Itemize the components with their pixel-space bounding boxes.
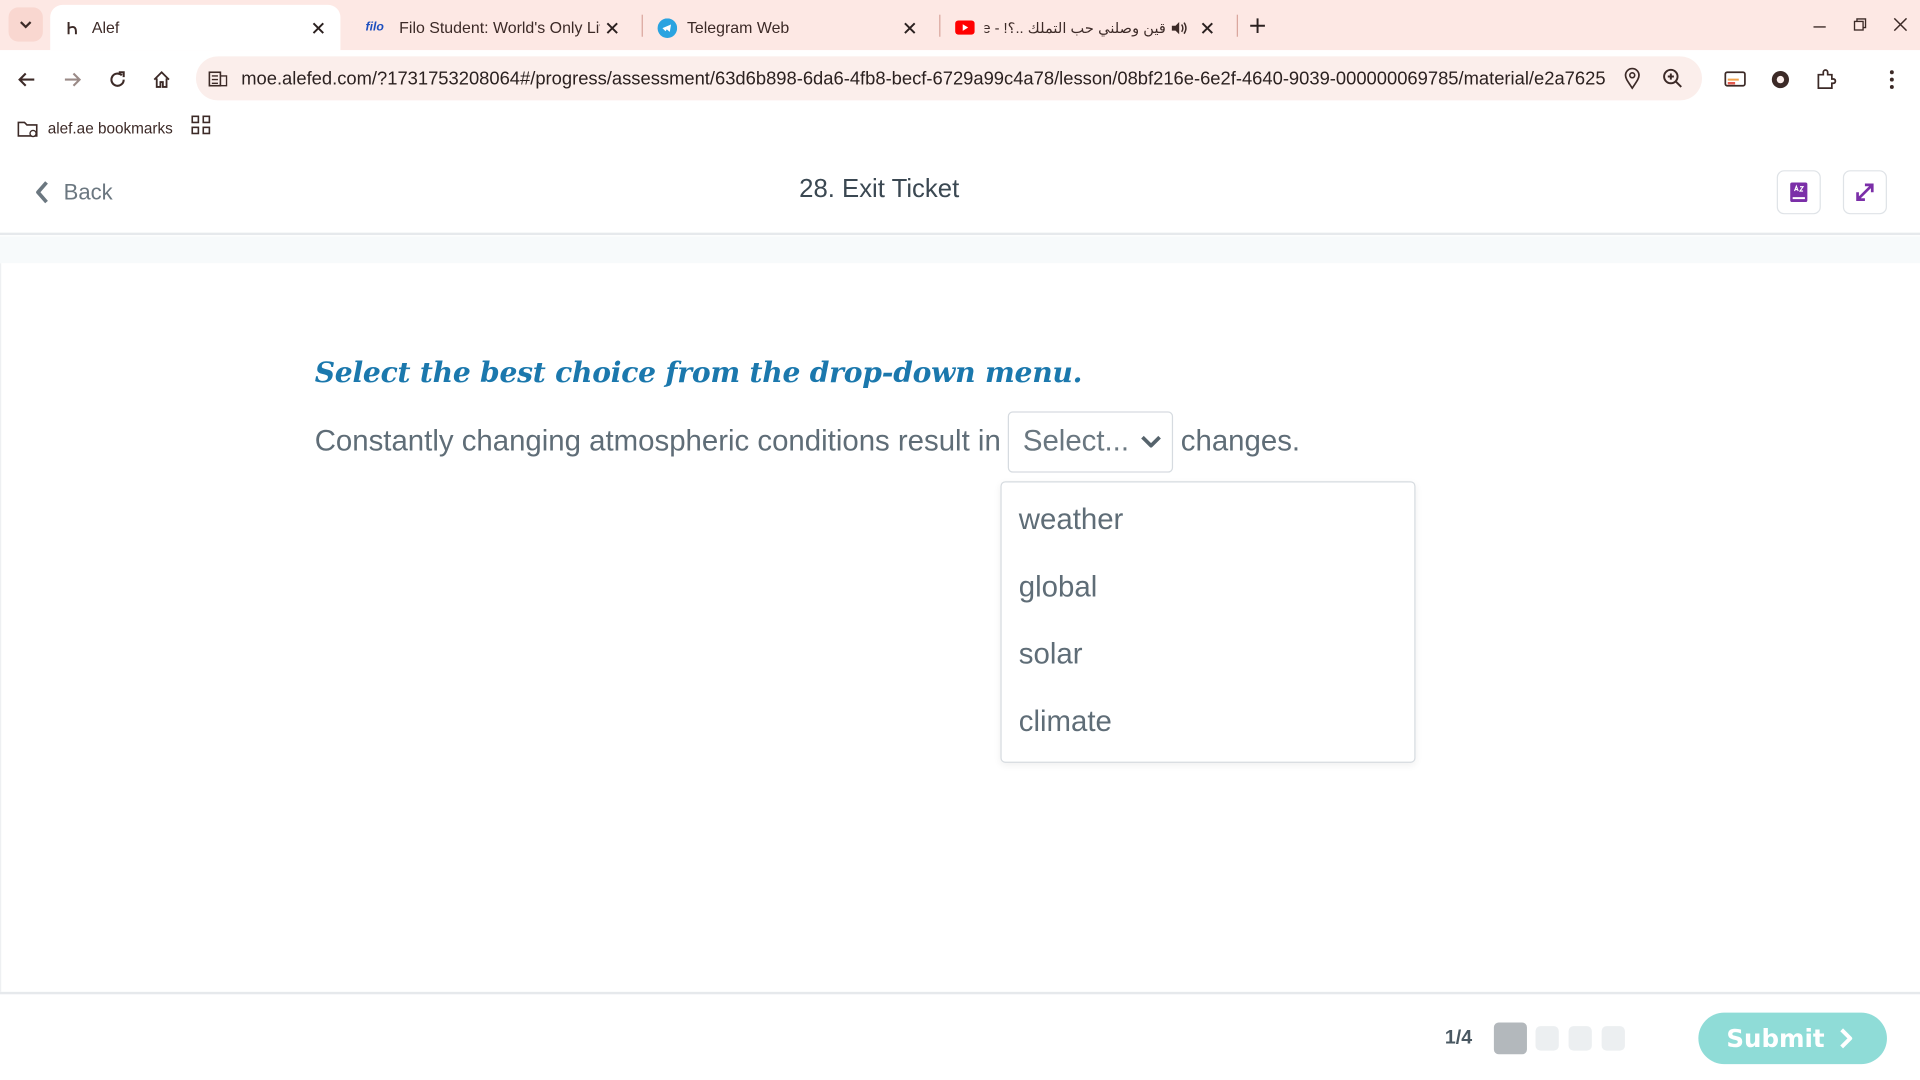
close-icon[interactable] [1195,15,1219,39]
tab-separator [1236,14,1238,37]
chevron-right-icon [1839,1027,1859,1049]
filo-logo-icon: filo [365,20,384,35]
chevron-down-icon [1138,429,1165,456]
extension-puzzle-alt-icon[interactable] [1768,67,1792,91]
address-bar[interactable]: moe.alefed.com/?1731753208064#/progress/… [195,56,1703,101]
question-sentence: Constantly changing atmospheric conditio… [314,411,1301,473]
answer-dropdown[interactable]: Select... [1008,411,1174,473]
browser-toolbar: moe.alefed.com/?1731753208064#/progress/… [0,50,1920,108]
dropdown-option-global[interactable]: global [1002,553,1415,620]
alef-logo-icon [62,18,82,38]
page-counter: 1/4 [1444,1027,1473,1049]
tab-title: قين وصلني حب التملك ..؟! - e [984,18,1166,37]
close-icon[interactable] [306,15,330,39]
url-text[interactable]: moe.alefed.com/?1731753208064#/progress/… [241,68,1605,89]
tab-youtube[interactable]: قين وصلني حب التملك ..؟! - e [943,5,1230,50]
home-button[interactable] [144,62,178,96]
tab-title: Alef [91,18,120,37]
tab-filo[interactable]: filo Filo Student: World's Only Live I [348,5,635,50]
glossary-button[interactable] [1776,170,1821,215]
page-title: 28. Exit Ticket [799,175,960,204]
close-icon[interactable] [600,15,624,39]
close-icon[interactable] [898,15,922,39]
reload-icon [110,71,125,87]
dropdown-option-climate[interactable]: climate [1002,688,1415,755]
sentence-before: Constantly changing atmospheric conditio… [314,424,1001,458]
new-tab-button[interactable] [1244,12,1271,39]
question-area: Select the best choice from the drop-dow… [0,263,1920,992]
tab-strip: Alef filo Filo Student: World's Only Liv… [0,0,1920,51]
home-icon [153,70,170,88]
dropdown-option-solar[interactable]: solar [1002,621,1415,688]
bookmarks-bar: alef.ae bookmarks [0,107,1920,151]
youtube-icon [955,18,975,38]
extensions-icon[interactable] [1813,67,1837,91]
dropdown-placeholder: Select... [1022,424,1130,458]
arrow-right-icon [64,72,82,87]
restore-icon [1853,18,1867,31]
page-dot-1[interactable] [1493,1022,1527,1055]
restore-button[interactable] [1845,10,1874,39]
minimize-button[interactable] [1805,10,1834,39]
bookmark-folder[interactable]: alef.ae bookmarks [17,115,173,142]
tab-separator [939,14,941,37]
close-window-button[interactable] [1886,10,1915,39]
tab-separator [641,14,643,37]
cast-icon[interactable] [1723,67,1747,91]
speaker-icon[interactable] [1171,18,1191,38]
page-dot-4[interactable] [1601,1026,1625,1051]
glossary-book-icon [1790,182,1808,203]
sentence-after: changes. [1180,424,1301,458]
location-icon[interactable] [1621,67,1643,90]
back-nav-button[interactable] [10,62,44,96]
arrow-left-icon [18,72,35,87]
site-info-icon[interactable] [207,67,229,89]
zoom-icon[interactable] [1662,67,1684,89]
tab-title: Filo Student: World's Only Live I [399,18,600,37]
page-dot-2[interactable] [1535,1026,1559,1051]
expand-icon [1856,183,1874,201]
tab-title: Telegram Web [686,18,790,37]
bookmark-folder-icon [17,119,39,139]
minimize-icon [1813,26,1826,28]
bookmark-label: alef.ae bookmarks [47,120,173,138]
plus-icon [1250,18,1265,34]
page-dot-3[interactable] [1568,1026,1592,1051]
forward-nav-button[interactable] [55,62,89,96]
sub-header-band [0,236,1920,264]
more-menu-icon[interactable] [1880,67,1904,91]
assessment-footer: 1/4 Submit [0,991,1920,1080]
submit-button[interactable]: Submit [1698,1012,1887,1065]
tab-alef[interactable]: Alef [50,4,341,51]
tab-telegram[interactable]: Telegram Web [645,5,932,50]
question-instruction: Select the best choice from the drop-dow… [314,356,1083,390]
fullscreen-button[interactable] [1842,170,1887,215]
telegram-icon [657,17,678,38]
chevron-down-icon [20,21,32,29]
dropdown-option-weather[interactable]: weather [1002,486,1415,553]
lesson-header: Back 28. Exit Ticket [0,151,1920,236]
apps-grid-icon[interactable] [191,115,213,137]
tab-search-button[interactable] [8,7,43,42]
submit-label: Submit [1726,1023,1825,1054]
close-icon [1893,17,1908,32]
dropdown-menu: weather global solar climate [1000,481,1416,763]
reload-button[interactable] [100,62,134,96]
